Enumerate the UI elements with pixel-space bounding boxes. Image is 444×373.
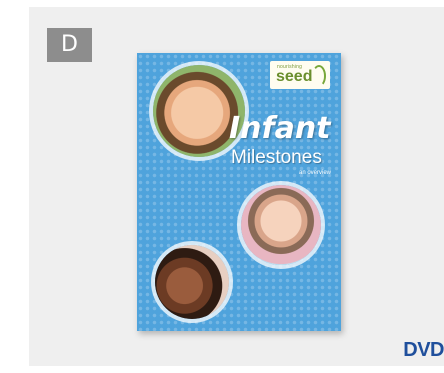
baby-photo-circle-2: [241, 185, 321, 265]
cover-title-line2: Milestones: [231, 147, 322, 168]
format-label: DVD: [403, 339, 444, 361]
product-card: D nourishing seed Infant Milestones an o…: [29, 7, 444, 366]
dvd-cover-image: nourishing seed Infant Milestones an ove…: [137, 53, 341, 331]
logo-big-text: seed: [276, 68, 313, 85]
cover-subtitle: an overview: [299, 170, 332, 176]
cover-title-line1: Infant: [229, 111, 331, 146]
children-photo-circle-3: [155, 245, 229, 319]
sprout-icon: [312, 65, 326, 87]
option-letter-badge: D: [47, 28, 92, 62]
publisher-logo: nourishing seed: [270, 61, 330, 89]
